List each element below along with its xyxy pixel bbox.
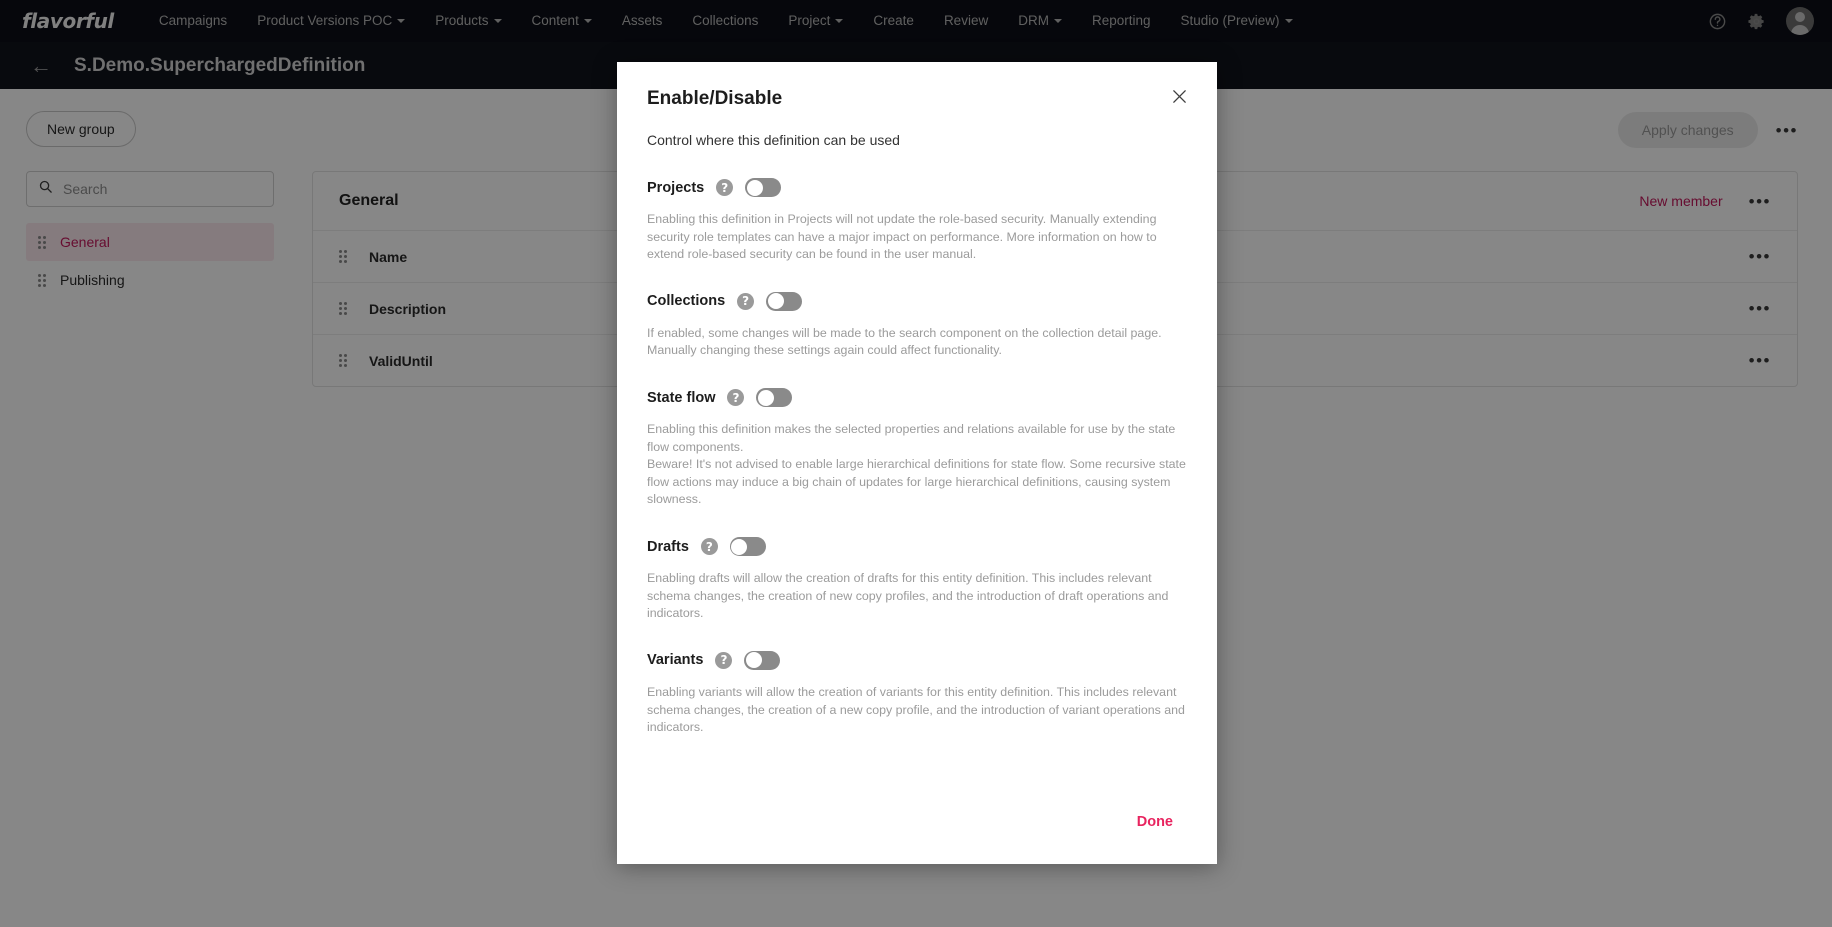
help-icon[interactable]: ?: [716, 179, 734, 196]
option-label: Collections: [647, 293, 726, 310]
option-header: State flow?: [647, 388, 1187, 408]
option-description-line: Enabling drafts will allow the creation …: [647, 571, 1169, 621]
dialog-footer: Done: [617, 806, 1217, 864]
option-label: Projects: [647, 179, 705, 196]
done-button[interactable]: Done: [1123, 806, 1187, 838]
option-label: State flow: [647, 389, 716, 406]
help-icon[interactable]: ?: [715, 651, 733, 669]
option-description: Enabling this definition in Projects wil…: [647, 211, 1187, 264]
toggle-collections[interactable]: [766, 291, 803, 311]
toggle-state-flow[interactable]: [756, 388, 793, 408]
option-label: Variants: [647, 652, 704, 669]
option-state-flow: State flow? Enabling this definition make…: [647, 388, 1187, 509]
option-description: Enabling variants will allow the creatio…: [647, 684, 1187, 737]
help-icon[interactable]: ?: [727, 389, 745, 407]
option-description-line: Enabling variants will allow the creatio…: [647, 684, 1185, 735]
option-header: Variants?: [647, 650, 1187, 670]
toggle-knob: [731, 538, 748, 555]
toggle-projects[interactable]: [745, 178, 782, 197]
toggle-knob: [767, 293, 784, 310]
help-icon[interactable]: ?: [737, 292, 755, 310]
toggle-variants[interactable]: [744, 650, 781, 670]
toggle-knob: [757, 389, 774, 406]
option-label: Drafts: [647, 538, 689, 555]
dialog-options-list: Projects? Enabling this definition in Pro…: [617, 148, 1217, 806]
dialog-subtitle: Control where this definition can be use…: [647, 132, 900, 148]
option-drafts: Drafts? Enabling drafts will allow the cr…: [647, 537, 1187, 623]
option-collections: Collections? If enabled, some changes wil…: [647, 291, 1187, 360]
option-description-line: If enabled, some changes will be made to…: [647, 325, 1162, 358]
toggle-drafts[interactable]: [729, 537, 766, 557]
option-description-line: Beware! It's not advised to enable large…: [647, 457, 1186, 507]
option-description: Enabling drafts will allow the creation …: [647, 570, 1187, 623]
option-projects: Projects? Enabling this definition in Pro…: [647, 178, 1187, 264]
option-description-line: Enabling this definition makes the selec…: [647, 422, 1176, 454]
enable-disable-dialog: Enable/Disable Control where this defini…: [617, 62, 1217, 864]
close-icon[interactable]: [1167, 84, 1191, 108]
option-header: Projects?: [647, 178, 1187, 197]
application-window: flavorful Campaigns Product Versions POC P…: [0, 0, 1832, 927]
option-header: Collections?: [647, 291, 1187, 311]
toggle-knob: [746, 179, 763, 196]
dialog-header: Enable/Disable: [617, 62, 1217, 110]
option-description-line: Enabling this definition in Projects wil…: [647, 212, 1157, 262]
option-description: If enabled, some changes will be made to…: [647, 325, 1187, 360]
help-icon[interactable]: ?: [700, 538, 718, 556]
option-header: Drafts?: [647, 537, 1187, 557]
option-variants: Variants? Enabling variants will allow th…: [647, 650, 1187, 737]
toggle-knob: [745, 652, 762, 669]
dialog-title: Enable/Disable: [647, 88, 783, 109]
option-description: Enabling this definition makes the selec…: [647, 421, 1187, 509]
